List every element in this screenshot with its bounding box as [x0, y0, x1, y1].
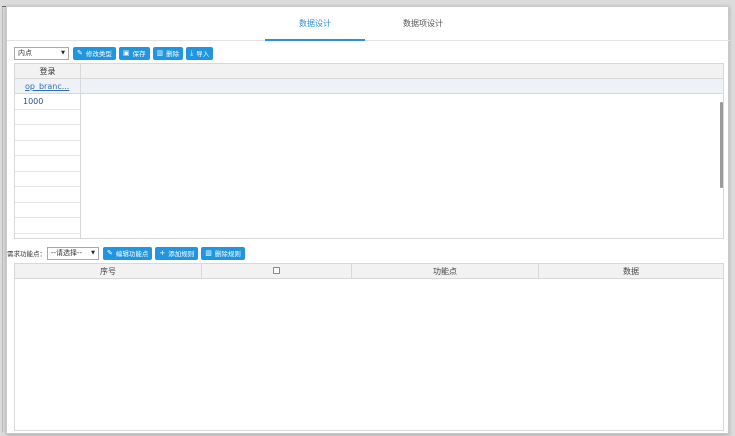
data-grid: 登录 op_branc... 1000 [14, 63, 724, 239]
delete-button[interactable]: ▥ 删除 [152, 46, 184, 60]
tab-data-design[interactable]: 数据设计 [265, 18, 365, 41]
table-cell[interactable] [15, 110, 80, 125]
requirement-label: 需求功能点： [7, 250, 46, 258]
delete-rule-button[interactable]: ▥ 删除规则 [201, 246, 245, 260]
data-grid-left-column: 登录 op_branc... 1000 [15, 64, 81, 238]
table-cell[interactable] [15, 218, 80, 234]
column-header-login: 登录 [15, 64, 80, 79]
type-select[interactable]: 内点 ▼ [14, 46, 69, 60]
design-dialog: 数据设计 数据项设计 内点 ▼ ✎ 修改类型 ▣ 保存 ▥ 删除 ⤓ 导入 登录… [6, 6, 730, 434]
column-header-function: 功能点 [352, 264, 539, 279]
requirement-select-value: --请选择-- [51, 249, 83, 257]
grid-subheader-area [81, 79, 723, 94]
chevron-down-icon: ▼ [91, 250, 95, 256]
save-icon: ▣ [122, 49, 130, 57]
import-button[interactable]: ⤓ 导入 [186, 46, 214, 60]
table-cell[interactable] [15, 203, 80, 218]
edit-icon: ✎ [77, 49, 83, 57]
edit-icon: ✎ [107, 249, 113, 257]
import-icon: ⤓ [190, 48, 194, 57]
table-cell[interactable] [15, 172, 80, 187]
requirement-toolbar: 需求功能点： --请选择-- ▼ ✎ 编辑功能点 + 添加规则 ▥ 删除规则 [7, 246, 245, 260]
edit-function-button[interactable]: ✎ 编辑功能点 [103, 246, 153, 260]
chevron-down-icon: ▼ [61, 50, 65, 56]
rules-table-header: 序号 功能点 数据 [15, 264, 723, 279]
change-type-button[interactable]: ✎ 修改类型 [73, 46, 116, 60]
table-cell[interactable]: 1000 [15, 94, 80, 110]
tab-data-item-design[interactable]: 数据项设计 [373, 18, 473, 41]
vertical-scrollbar[interactable] [720, 102, 723, 188]
trash-icon: ▥ [156, 49, 164, 57]
rules-table: 序号 功能点 数据 [14, 263, 724, 431]
requirement-select[interactable]: --请选择-- ▼ [47, 246, 99, 260]
grid-header-area [81, 64, 723, 79]
table-cell[interactable] [15, 141, 80, 156]
add-rule-button[interactable]: + 添加规则 [155, 246, 199, 260]
save-button[interactable]: ▣ 保存 [118, 46, 150, 60]
column-header-data: 数据 [623, 267, 639, 276]
top-toolbar: 内点 ▼ ✎ 修改类型 ▣ 保存 ▥ 删除 ⤓ 导入 [14, 46, 214, 60]
column-header-select-all [202, 264, 352, 279]
trash-icon: ▥ [205, 249, 212, 257]
table-cell[interactable] [15, 125, 80, 141]
tab-bar: 数据设计 数据项设计 [7, 7, 730, 41]
backdrop-edge [2, 6, 3, 432]
column-header-index: 序号 [15, 264, 202, 279]
table-cell[interactable] [15, 187, 80, 203]
type-select-value: 内点 [18, 49, 32, 57]
field-link[interactable]: op_branc... [15, 79, 80, 94]
select-all-checkbox[interactable] [273, 267, 280, 274]
plus-icon: + [159, 249, 166, 257]
table-cell[interactable] [15, 156, 80, 172]
